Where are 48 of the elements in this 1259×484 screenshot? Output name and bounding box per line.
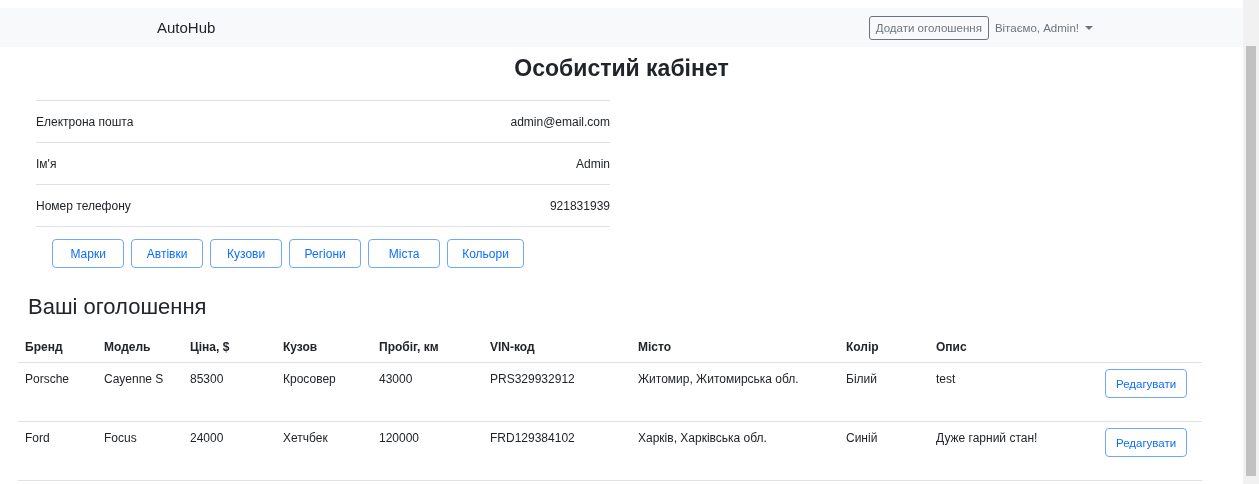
column-header: Модель bbox=[97, 334, 183, 363]
user-menu[interactable]: Вітаємо, Admin! bbox=[994, 21, 1093, 34]
table-cell: Харків, Харківська обл. bbox=[638, 431, 767, 445]
nav-button[interactable]: Регіони bbox=[289, 239, 362, 268]
table-cell: Синій bbox=[846, 431, 878, 445]
nav-button[interactable]: Автівки bbox=[131, 239, 204, 268]
table-cell: Білий bbox=[846, 372, 877, 386]
table-cell: Дуже гарний стан! bbox=[936, 431, 1038, 445]
column-header: Місто bbox=[631, 334, 839, 363]
column-header: Колір bbox=[839, 334, 929, 363]
scrollbar[interactable] bbox=[1243, 0, 1259, 484]
nav-button[interactable]: Марки bbox=[52, 239, 125, 268]
column-header: Кузов bbox=[276, 334, 372, 363]
table-cell: 43000 bbox=[379, 372, 413, 386]
field-value: Admin bbox=[576, 156, 610, 171]
table-cell: Focus bbox=[104, 431, 137, 445]
field-label: Ім'я bbox=[36, 156, 57, 171]
field-label: Номер телефону bbox=[36, 198, 131, 213]
edit-button[interactable]: Редагувати bbox=[1105, 369, 1188, 398]
field-label: Електрона пошта bbox=[36, 114, 134, 129]
table-cell: PRS329932912 bbox=[490, 372, 575, 386]
nav-button[interactable]: Кольори bbox=[447, 239, 524, 268]
table-cell: 120000 bbox=[379, 431, 420, 445]
page-title: Особистий кабінет bbox=[513, 55, 730, 82]
table-cell: Кросовер bbox=[283, 372, 336, 386]
brand-link[interactable]: AutoHub bbox=[157, 19, 216, 36]
field-value: admin@email.com bbox=[510, 114, 610, 129]
section-heading: Ваші оголошення bbox=[28, 294, 208, 320]
table-cell: Житомир, Житомирська обл. bbox=[638, 372, 799, 386]
field-value: 921831939 bbox=[549, 198, 610, 213]
nav-button[interactable]: Кузови bbox=[210, 239, 283, 268]
column-header: Опис bbox=[929, 334, 1098, 363]
column-header: Пробіг, км bbox=[372, 334, 483, 363]
table-cell: 24000 bbox=[190, 431, 224, 445]
table-cell: FRD129384102 bbox=[490, 431, 575, 445]
table-cell: 85300 bbox=[190, 372, 224, 386]
table-cell: Ford bbox=[25, 431, 50, 445]
column-header: Ціна, $ bbox=[183, 334, 276, 363]
column-header: VIN-код bbox=[483, 334, 631, 363]
caret-icon bbox=[1085, 25, 1093, 30]
table-cell: Хетчбек bbox=[283, 431, 328, 445]
table-cell: Porsche bbox=[25, 372, 70, 386]
nav-button[interactable]: Міста bbox=[368, 239, 441, 268]
edit-button[interactable]: Редагувати bbox=[1105, 428, 1188, 457]
add-listing-button[interactable]: Додати оголошення bbox=[868, 15, 989, 40]
table-cell: Cayenne S bbox=[104, 372, 164, 386]
table-cell: test bbox=[936, 372, 956, 386]
column-header: Бренд bbox=[18, 334, 97, 363]
